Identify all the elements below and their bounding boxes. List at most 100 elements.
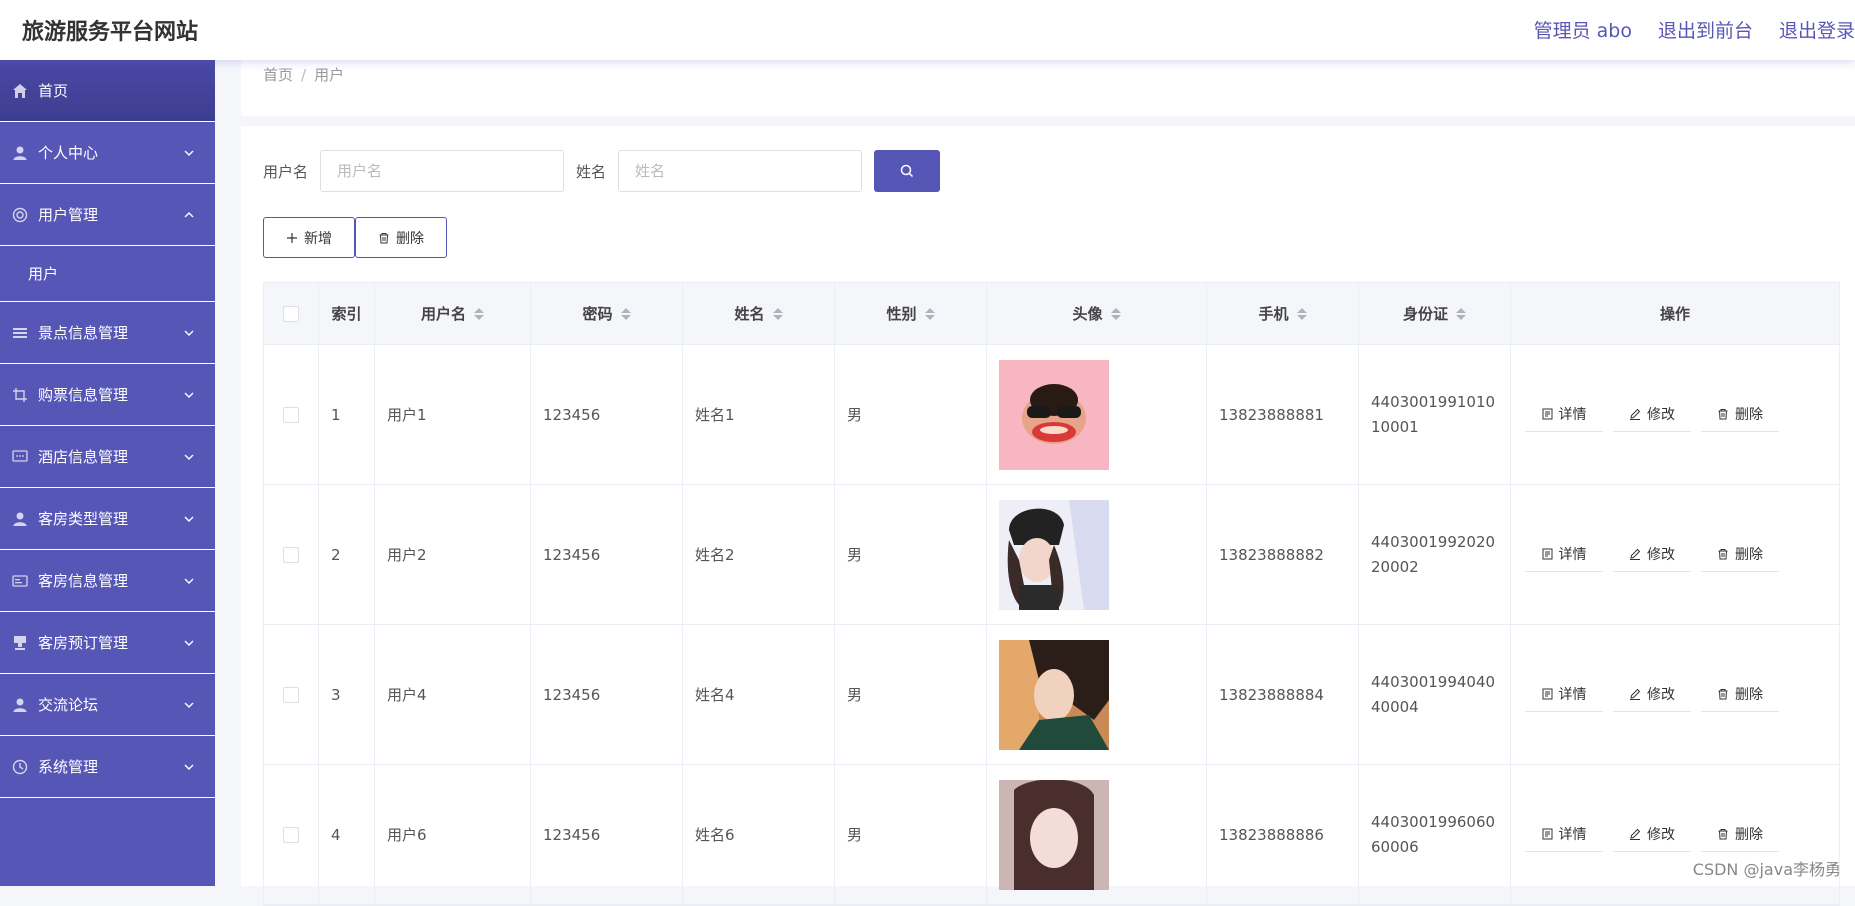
header-label: 头像 (1072, 303, 1102, 324)
cell-phone: 13823888884 (1207, 625, 1359, 764)
sidebar-item-label: 系统管理 (38, 756, 98, 777)
table-row: 2 用户2 123456 姓名2 男 13823888882 440300199… (264, 485, 1839, 625)
top-header: 旅游服务平台网站 管理员 abo 退出到前台 退出登录 (0, 0, 1855, 60)
header-name[interactable]: 姓名 (683, 283, 835, 344)
sidebar-item-home[interactable]: 首页 (0, 60, 215, 122)
chat-icon (12, 449, 28, 465)
edit-button[interactable]: 修改 (1613, 678, 1691, 712)
delete-label: 删除 (1735, 544, 1763, 564)
cell-sex: 男 (835, 485, 987, 624)
cell-username: 用户4 (375, 625, 531, 764)
row-delete-button[interactable]: 删除 (1701, 678, 1779, 712)
cell-username: 用户1 (375, 345, 531, 484)
header-username[interactable]: 用户名 (375, 283, 531, 344)
cell-index: 4 (319, 765, 375, 904)
cell-avatar (987, 765, 1207, 904)
sort-icon[interactable] (474, 308, 484, 320)
sort-icon[interactable] (773, 308, 783, 320)
cell-name: 姓名1 (683, 345, 835, 484)
admin-name[interactable]: 管理员 abo (1534, 16, 1632, 43)
username-search-input[interactable] (320, 150, 564, 192)
sort-icon[interactable] (1456, 308, 1466, 320)
sidebar-item-label: 交流论坛 (38, 694, 98, 715)
name-search-input[interactable] (618, 150, 862, 192)
header-phone[interactable]: 手机 (1207, 283, 1359, 344)
sidebar-item-attractions[interactable]: 景点信息管理 (0, 302, 215, 364)
table-row: 4 用户6 123456 姓名6 男 13823888886 440300199… (264, 765, 1839, 905)
back-to-front-link[interactable]: 退出到前台 (1658, 16, 1753, 43)
edit-label: 修改 (1647, 824, 1675, 844)
trash-icon (378, 232, 390, 244)
edit-button[interactable]: 修改 (1613, 538, 1691, 572)
add-button[interactable]: 新增 (263, 217, 355, 258)
breadcrumb-bar: 首页/用户 (241, 60, 1855, 116)
edit-label: 修改 (1647, 544, 1675, 564)
search-button[interactable] (874, 150, 940, 192)
logout-link[interactable]: 退出登录 (1779, 16, 1855, 43)
header-label: 索引 (331, 303, 361, 324)
header-sex[interactable]: 性别 (835, 283, 987, 344)
sort-icon[interactable] (1297, 308, 1307, 320)
sidebar-item-tickets[interactable]: 购票信息管理 (0, 364, 215, 426)
row-checkbox[interactable] (283, 407, 299, 423)
header-avatar[interactable]: 头像 (987, 283, 1207, 344)
search-icon (900, 164, 914, 178)
cell-password: 123456 (531, 625, 683, 764)
select-all-checkbox[interactable] (283, 306, 299, 322)
delete-button[interactable]: 删除 (355, 217, 447, 258)
sidebar-item-personal[interactable]: 个人中心 (0, 122, 215, 184)
plus-icon (286, 232, 298, 244)
user-icon (12, 511, 28, 527)
header-label: 性别 (886, 303, 916, 324)
card-icon (12, 573, 28, 589)
row-delete-button[interactable]: 删除 (1701, 538, 1779, 572)
edit-label: 修改 (1647, 684, 1675, 704)
sidebar-subitem-user[interactable]: 用户 (0, 246, 215, 302)
row-delete-button[interactable]: 删除 (1701, 398, 1779, 432)
sidebar-item-forum[interactable]: 交流论坛 (0, 674, 215, 736)
sort-icon[interactable] (621, 308, 631, 320)
cell-index: 1 (319, 345, 375, 484)
cell-avatar (987, 625, 1207, 764)
edit-button[interactable]: 修改 (1613, 818, 1691, 852)
cell-idcard: 440300199606060006 (1359, 765, 1511, 904)
row-delete-button[interactable]: 删除 (1701, 818, 1779, 852)
row-checkbox[interactable] (283, 827, 299, 843)
detail-button[interactable]: 详情 (1525, 678, 1603, 712)
header-password[interactable]: 密码 (531, 283, 683, 344)
breadcrumb-current: 用户 (314, 66, 344, 84)
row-checkbox[interactable] (283, 547, 299, 563)
sidebar-item-user-management[interactable]: 用户管理 (0, 184, 215, 246)
header-label: 操作 (1660, 303, 1690, 324)
chevron-down-icon (183, 147, 195, 159)
sidebar-item-label: 客房类型管理 (38, 508, 128, 529)
avatar (999, 500, 1109, 610)
name-label: 姓名 (576, 161, 606, 182)
sort-icon[interactable] (925, 308, 935, 320)
sidebar-item-rooms[interactable]: 客房信息管理 (0, 550, 215, 612)
document-icon (1542, 548, 1553, 560)
detail-button[interactable]: 详情 (1525, 398, 1603, 432)
sidebar-item-system[interactable]: 系统管理 (0, 736, 215, 798)
trash-icon (1717, 408, 1729, 420)
cell-sex: 男 (835, 625, 987, 764)
sidebar-item-bookings[interactable]: 客房预订管理 (0, 612, 215, 674)
delete-label: 删除 (1735, 404, 1763, 424)
breadcrumb-home[interactable]: 首页 (263, 66, 293, 84)
sidebar-item-room-types[interactable]: 客房类型管理 (0, 488, 215, 550)
stamp-icon (12, 635, 28, 651)
row-checkbox[interactable] (283, 687, 299, 703)
detail-button[interactable]: 详情 (1525, 818, 1603, 852)
cell-avatar (987, 485, 1207, 624)
cell-sex: 男 (835, 765, 987, 904)
header-idcard[interactable]: 身份证 (1359, 283, 1511, 344)
sort-icon[interactable] (1111, 308, 1121, 320)
watermark: CSDN @java李杨勇 (1693, 856, 1841, 880)
detail-label: 详情 (1559, 404, 1587, 424)
header-label: 密码 (582, 303, 612, 324)
detail-button[interactable]: 详情 (1525, 538, 1603, 572)
edit-button[interactable]: 修改 (1613, 398, 1691, 432)
sidebar-item-hotels[interactable]: 酒店信息管理 (0, 426, 215, 488)
chevron-up-icon (183, 209, 195, 221)
cell-name: 姓名6 (683, 765, 835, 904)
